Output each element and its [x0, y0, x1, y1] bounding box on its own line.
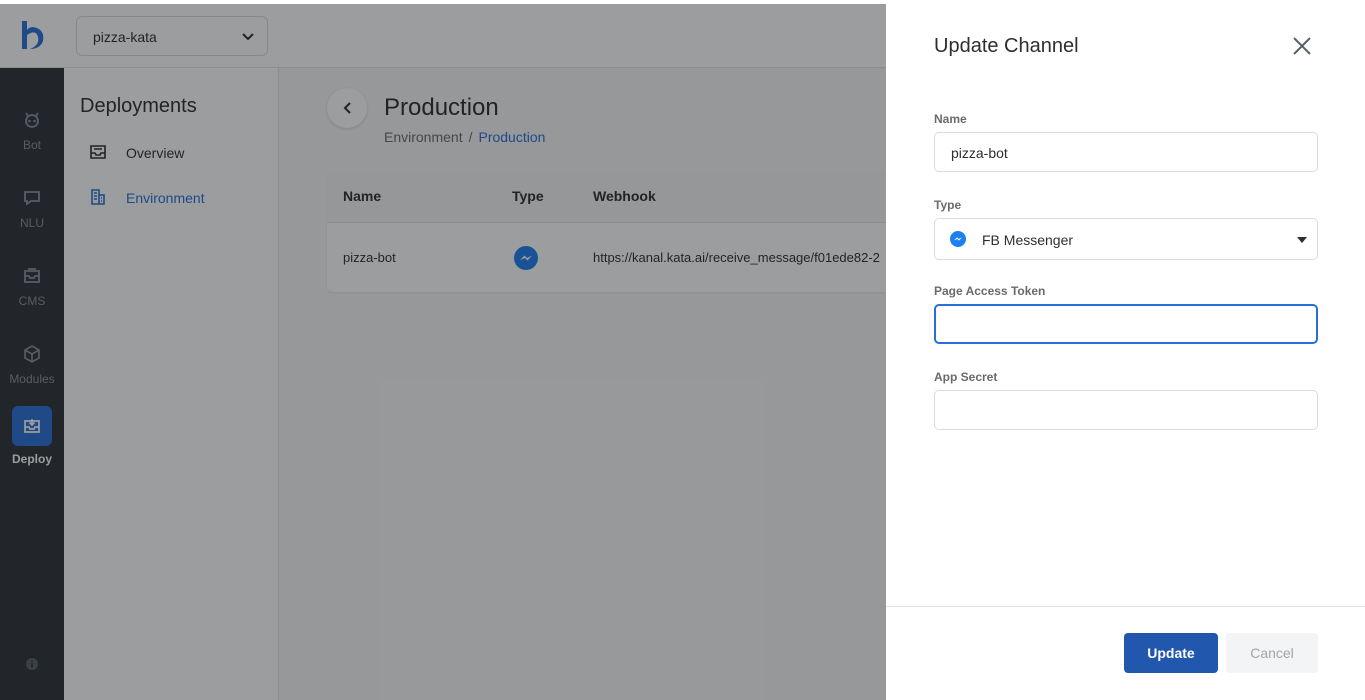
name-value: pizza-bot [951, 145, 1008, 161]
messenger-icon [950, 231, 966, 247]
drawer-footer: Update Cancel [886, 606, 1365, 700]
cancel-button[interactable]: Cancel [1226, 633, 1318, 673]
type-label: Type [934, 198, 962, 212]
app-secret-input[interactable] [934, 390, 1318, 430]
type-select[interactable]: FB Messenger [934, 218, 1318, 260]
type-value: FB Messenger [982, 232, 1074, 248]
drawer-title: Update Channel [934, 35, 1079, 57]
update-button[interactable]: Update [1124, 633, 1218, 673]
caret-down-icon [1297, 237, 1307, 243]
name-label: Name [934, 112, 967, 126]
modal-backdrop[interactable] [0, 4, 886, 700]
page-access-token-input[interactable] [934, 304, 1318, 344]
app-secret-label: App Secret [934, 370, 998, 384]
page-access-token-label: Page Access Token [934, 284, 1046, 298]
close-icon[interactable] [1292, 36, 1312, 56]
name-field[interactable]: pizza-bot [934, 132, 1318, 172]
update-channel-drawer: Update Channel Name pizza-bot Type FB Me… [886, 4, 1365, 700]
